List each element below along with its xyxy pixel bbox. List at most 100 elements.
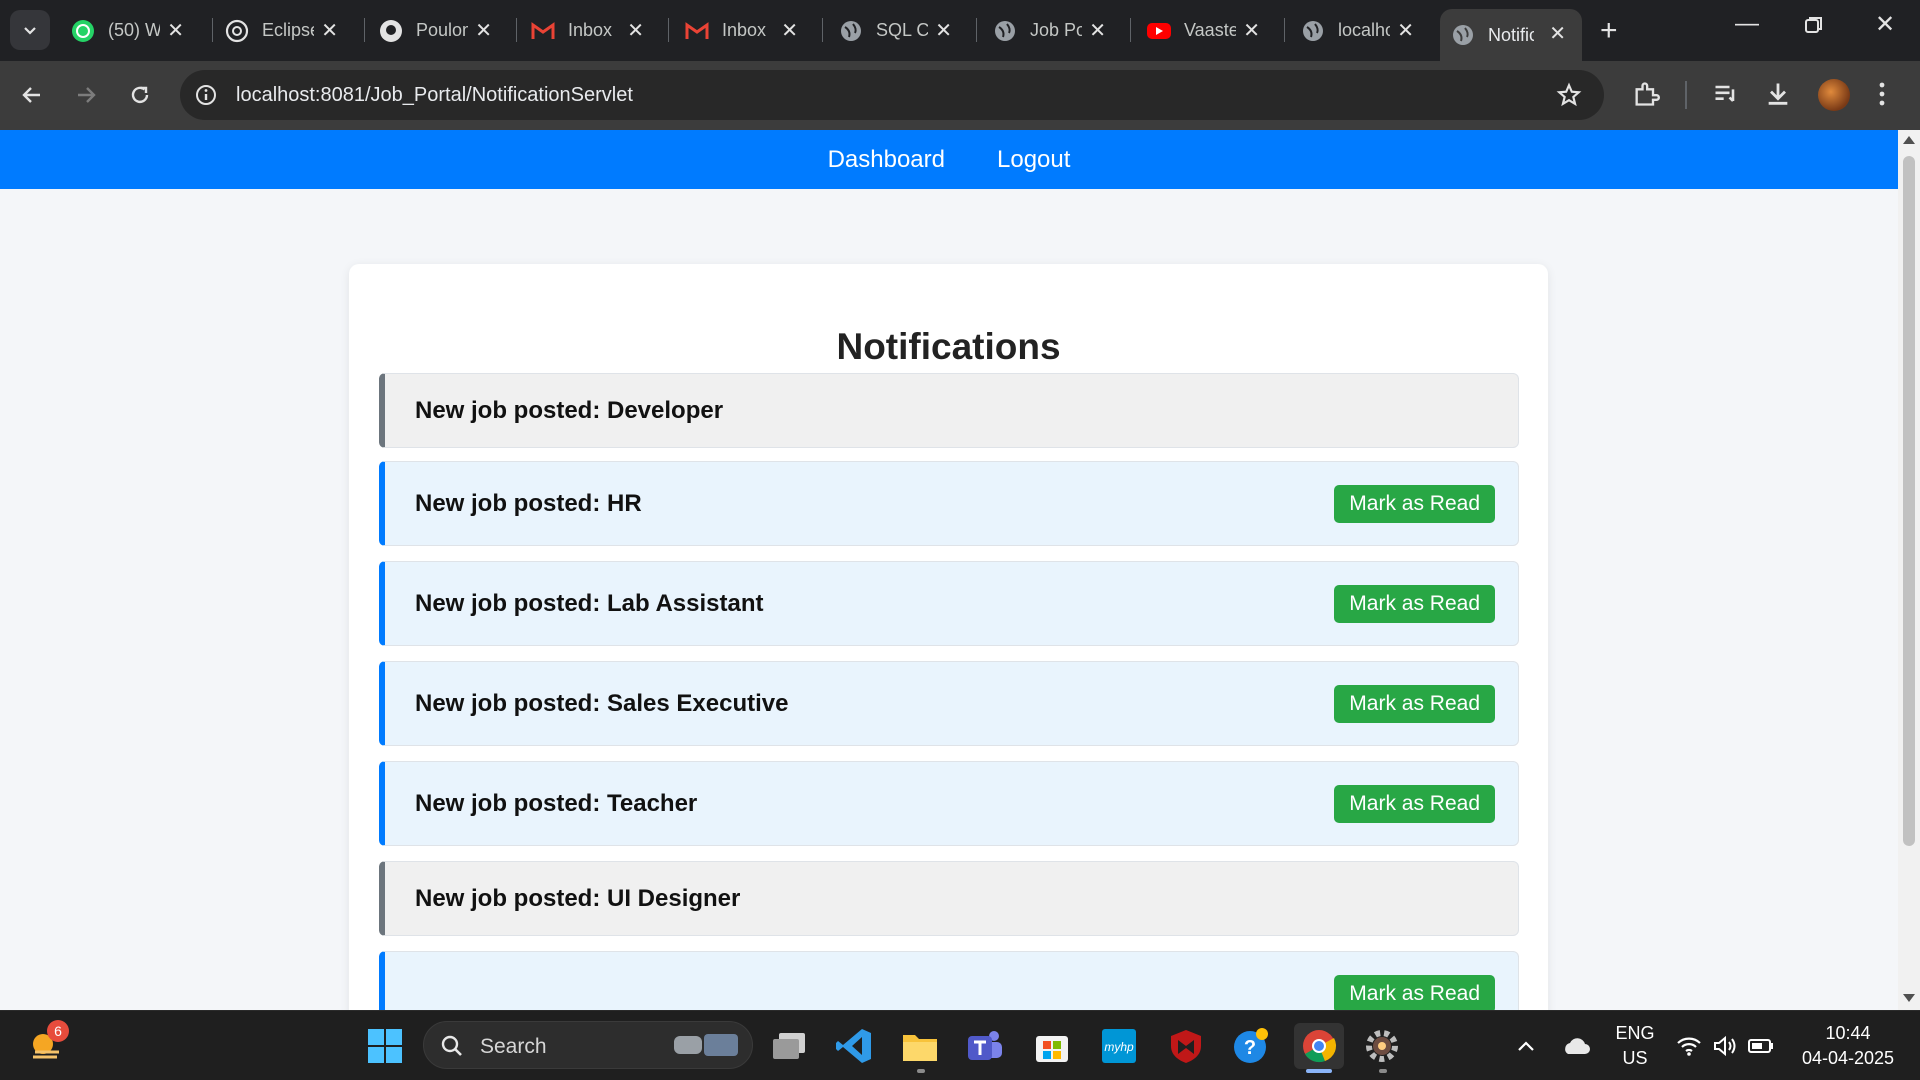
- youtube-icon: [1146, 18, 1172, 44]
- minimize-button[interactable]: —: [1735, 10, 1759, 38]
- task-view-button[interactable]: [768, 1025, 810, 1067]
- reading-list-icon[interactable]: [1712, 80, 1740, 113]
- notification-item-read: New job posted: UI Designer: [379, 861, 1519, 936]
- kebab-menu-icon[interactable]: [1876, 80, 1888, 113]
- microsoft-store-taskbar-button[interactable]: [1031, 1025, 1073, 1067]
- notification-message: New job posted: Lab Assistant: [415, 589, 764, 617]
- get-help-taskbar-button[interactable]: ?: [1230, 1025, 1272, 1067]
- forward-button[interactable]: [68, 77, 104, 113]
- tab-github[interactable]: Poulomi ✕: [368, 12, 508, 49]
- show-hidden-icons-button[interactable]: [1505, 1025, 1547, 1067]
- language-code: ENG: [1615, 1023, 1655, 1043]
- tab-eclipse[interactable]: Eclipse ✕: [214, 12, 354, 49]
- speaker-icon: [1714, 1035, 1736, 1057]
- tab-title: (50) WhatsApp: [108, 20, 160, 40]
- close-tab-icon[interactable]: ✕: [935, 18, 952, 43]
- language-indicator[interactable]: ENG US: [1610, 1023, 1660, 1069]
- tab-divider: [1284, 18, 1285, 42]
- mark-as-read-button[interactable]: Mark as Read: [1334, 974, 1495, 1010]
- globe-icon: [1300, 18, 1326, 44]
- new-tab-button[interactable]: +: [1600, 14, 1618, 48]
- mark-as-read-button[interactable]: Mark as Read: [1334, 784, 1495, 823]
- close-tab-icon[interactable]: ✕: [1397, 18, 1414, 43]
- scrollbar-thumb[interactable]: [1903, 156, 1915, 846]
- tab-title: SQL Compiler: [876, 20, 928, 40]
- close-window-button[interactable]: ✕: [1875, 10, 1895, 39]
- back-button[interactable]: [14, 77, 50, 113]
- running-indicator: [917, 1069, 925, 1073]
- browser-toolbar: localhost:8081/Job_Portal/NotificationSe…: [0, 61, 1920, 130]
- globe-icon: [838, 18, 864, 44]
- tab-whatsapp[interactable]: (50) WhatsApp ✕: [60, 12, 200, 49]
- address-bar[interactable]: localhost:8081/Job_Portal/NotificationSe…: [180, 70, 1604, 120]
- restore-button[interactable]: [1805, 10, 1823, 41]
- tab-gmail-1[interactable]: Inbox ✕: [520, 12, 660, 49]
- download-icon[interactable]: [1764, 80, 1792, 113]
- tab-youtube[interactable]: Vaaste ✕: [1136, 12, 1276, 49]
- settings-taskbar-button[interactable]: [1361, 1025, 1403, 1067]
- close-tab-icon[interactable]: ✕: [475, 18, 492, 43]
- chrome-taskbar-button[interactable]: [1294, 1023, 1344, 1069]
- notification-message: New job posted: Sales Executive: [415, 689, 789, 717]
- notification-message: New job posted: Developer: [415, 396, 724, 424]
- tab-sql-compiler[interactable]: SQL Compiler ✕: [828, 12, 968, 49]
- start-button[interactable]: [364, 1025, 406, 1067]
- onedrive-button[interactable]: [1555, 1025, 1597, 1067]
- extensions-icon[interactable]: [1632, 80, 1660, 113]
- profile-avatar[interactable]: [1818, 79, 1850, 111]
- mark-as-read-button[interactable]: Mark as Read: [1334, 584, 1495, 623]
- tab-title: localhost: [1338, 20, 1390, 40]
- close-tab-icon[interactable]: ✕: [167, 18, 184, 43]
- arrow-right-icon: [78, 87, 96, 103]
- tab-divider: [822, 18, 823, 42]
- tab-job-portal[interactable]: Job Portal ✕: [982, 12, 1122, 49]
- file-explorer-taskbar-button[interactable]: [899, 1025, 941, 1067]
- page-scrollbar[interactable]: [1898, 130, 1920, 1010]
- battery-button[interactable]: [1740, 1025, 1782, 1067]
- tab-search-button[interactable]: [10, 10, 50, 50]
- search-highlight-icon: [674, 1034, 738, 1056]
- url-text[interactable]: localhost:8081/Job_Portal/NotificationSe…: [236, 84, 633, 107]
- taskbar-search-box[interactable]: Search: [423, 1021, 753, 1069]
- globe-icon: [992, 18, 1018, 44]
- arrow-left-icon: [22, 87, 40, 103]
- tab-title: Eclipse: [262, 20, 314, 40]
- clock[interactable]: 10:44 04-04-2025: [1788, 1023, 1908, 1069]
- task-view-icon: [773, 1033, 805, 1059]
- notification-item-unread: Mark as Read: [379, 951, 1519, 1010]
- scroll-up-arrow-icon[interactable]: [1903, 136, 1915, 144]
- close-tab-icon[interactable]: ✕: [1549, 21, 1566, 46]
- tab-divider: [212, 18, 213, 42]
- mark-as-read-button[interactable]: Mark as Read: [1334, 484, 1495, 523]
- tab-gmail-2[interactable]: Inbox ✕: [674, 12, 814, 49]
- close-tab-icon[interactable]: ✕: [1243, 18, 1260, 43]
- mcafee-taskbar-button[interactable]: [1165, 1025, 1207, 1067]
- tab-title: Job Portal: [1030, 20, 1082, 40]
- battery-icon: [1748, 1039, 1773, 1053]
- vscode-taskbar-button[interactable]: [833, 1025, 875, 1067]
- reload-button[interactable]: [122, 77, 158, 113]
- notification-message: New job posted: Teacher: [415, 789, 698, 817]
- mark-as-read-button[interactable]: Mark as Read: [1334, 684, 1495, 723]
- close-tab-icon[interactable]: ✕: [321, 18, 338, 43]
- close-tab-icon[interactable]: ✕: [1089, 18, 1106, 43]
- site-info-icon[interactable]: [194, 83, 218, 112]
- nav-logout-link[interactable]: Logout: [997, 146, 1070, 174]
- tab-localhost[interactable]: localhost ✕: [1290, 12, 1430, 49]
- region-code: US: [1622, 1048, 1648, 1068]
- tab-notifications-active[interactable]: Notifications ✕: [1440, 9, 1582, 61]
- close-tab-icon[interactable]: ✕: [781, 18, 798, 43]
- teams-taskbar-button[interactable]: [964, 1025, 1006, 1067]
- myhp-taskbar-button[interactable]: myhp: [1098, 1025, 1140, 1067]
- page-viewport: Dashboard Logout Notifications New job p…: [0, 130, 1898, 1010]
- active-app-indicator: [1306, 1069, 1332, 1073]
- close-tab-icon[interactable]: ✕: [627, 18, 644, 43]
- help-icon: ?: [1234, 1028, 1268, 1063]
- nav-dashboard-link[interactable]: Dashboard: [828, 146, 945, 174]
- reload-icon: [131, 86, 149, 104]
- notification-item-unread: New job posted: Teacher Mark as Read: [379, 761, 1519, 846]
- bookmark-star-icon[interactable]: [1556, 82, 1582, 113]
- teams-icon: [968, 1031, 1002, 1060]
- scroll-down-arrow-icon[interactable]: [1903, 994, 1915, 1002]
- globe-icon: [1450, 22, 1476, 48]
